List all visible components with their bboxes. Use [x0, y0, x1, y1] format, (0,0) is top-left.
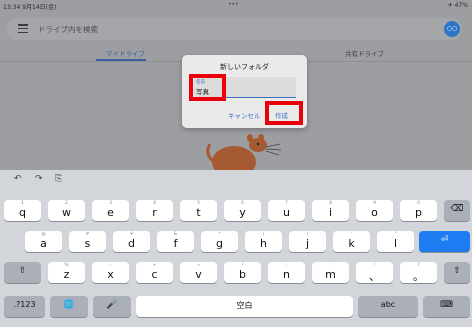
space-key[interactable]: 空白 [136, 296, 353, 317]
key-u[interactable]: 7u [268, 200, 305, 221]
undo-icon[interactable]: ↶ [14, 174, 22, 184]
name-field-highlight-box [189, 74, 226, 101]
status-indicators: ✈ 47% [447, 2, 468, 9]
status-bar: 13:34 9月14日(金) ••• ✈ 47% [0, 0, 472, 11]
key-c[interactable]: + c [136, 262, 173, 283]
globe-icon: 🌐 [63, 300, 75, 310]
key-w[interactable]: 2w [48, 200, 85, 221]
redo-icon[interactable]: ↷ [35, 174, 43, 184]
status-time: 13:34 9月14日(金) [3, 4, 57, 11]
key-y[interactable]: 6y [224, 200, 261, 221]
menu-icon[interactable] [18, 24, 28, 34]
shift-icon: ⇧ [18, 266, 27, 276]
microphone-icon: 🎤 [106, 300, 118, 310]
multitask-dots[interactable]: ••• [228, 1, 239, 8]
shift-icon: ⇧ [453, 266, 461, 276]
key-z[interactable]: % z [48, 262, 85, 283]
key-a[interactable]: @ a [25, 231, 62, 252]
key-e[interactable]: 3e [92, 200, 129, 221]
key-p[interactable]: 0p [400, 200, 437, 221]
onscreen-keyboard: ↶ ↷ ⎘ 1q 2w 3e 4r 5t 6y 7u 8i 9o 0p ⌫ @ a… [0, 170, 472, 327]
globe-key[interactable]: 🌐 [50, 296, 88, 317]
backspace-icon: ⌫ [450, 204, 464, 214]
key-g[interactable]: * g [201, 231, 238, 252]
dialog-title: 新しいフォルダ [220, 63, 269, 71]
shift-key-right[interactable]: ⇧ [444, 262, 470, 283]
key-f[interactable]: & f [157, 231, 194, 252]
numbers-key[interactable]: .?123 [4, 296, 45, 317]
folder-name-field[interactable]: 名前 写真 [189, 74, 296, 101]
key-r[interactable]: 4r [136, 200, 173, 221]
dictation-key[interactable]: 🎤 [93, 296, 131, 317]
new-folder-dialog: 新しいフォルダ 名前 写真 キャンセル 作成 [182, 55, 307, 128]
key-t[interactable]: 5t [180, 200, 217, 221]
key-v[interactable]: = v [180, 262, 217, 283]
key-s[interactable]: # s [69, 231, 106, 252]
shift-key[interactable]: ⇧ [4, 262, 41, 283]
drive-search-bar[interactable]: ドライブ内を検索 ○○ [6, 18, 462, 40]
key-d[interactable]: ¥ d [113, 231, 150, 252]
tab-my-drive[interactable]: マイドライブ [106, 48, 145, 58]
delete-key[interactable]: ⌫ [444, 200, 470, 221]
key-b[interactable]: / b [224, 262, 261, 283]
key-period[interactable]: ?。 [400, 262, 437, 283]
empty-state-illustration [206, 134, 282, 170]
key-h[interactable]: (h [245, 231, 282, 252]
key-n[interactable]: ; n [268, 262, 305, 283]
return-key[interactable]: ⏎ [419, 231, 470, 252]
hide-keyboard-key[interactable]: ⌨ [423, 296, 470, 317]
key-o[interactable]: 9o [356, 200, 393, 221]
return-icon: ⏎ [440, 235, 449, 245]
tab-shared-drives[interactable]: 共有ドライブ [345, 48, 384, 58]
key-x[interactable]: -x [92, 262, 129, 283]
search-placeholder: ドライブ内を検索 [38, 25, 98, 34]
paste-icon[interactable]: ⎘ [55, 174, 62, 184]
key-j[interactable]: ) j [289, 231, 326, 252]
account-avatar[interactable]: ○○ [444, 21, 460, 37]
key-k[interactable]: ' k [333, 231, 370, 252]
key-l[interactable]: " l [377, 231, 414, 252]
key-comma[interactable]: !、 [356, 262, 393, 283]
abc-key[interactable]: abc [358, 296, 418, 317]
cancel-button[interactable]: キャンセル [228, 110, 261, 120]
key-m[interactable]: :m [312, 262, 349, 283]
key-q[interactable]: 1q [4, 200, 41, 221]
keyboard-dismiss-icon: ⌨ [440, 300, 453, 310]
key-i[interactable]: 8i [312, 200, 349, 221]
create-button-highlight-box [265, 101, 303, 125]
